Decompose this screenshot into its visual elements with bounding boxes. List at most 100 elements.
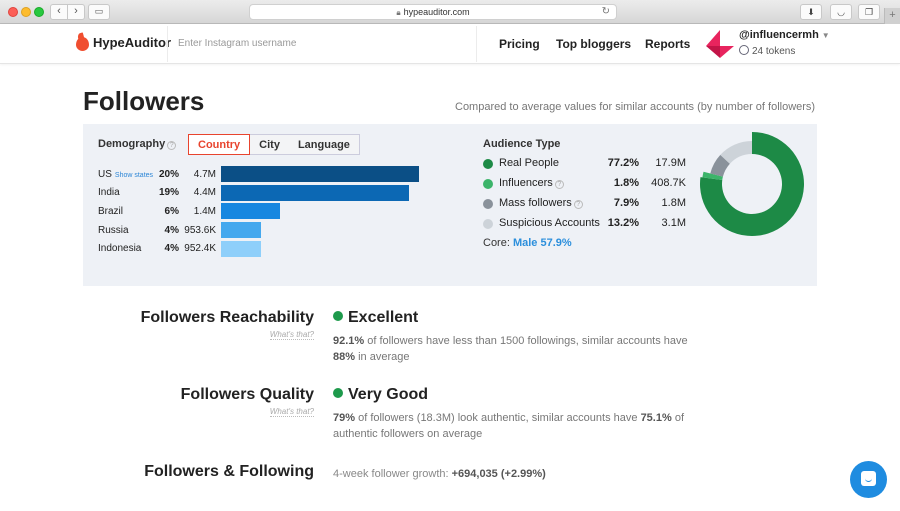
help-icon[interactable]: ?	[573, 200, 583, 209]
legend-dot-icon	[483, 159, 493, 169]
close-window-button[interactable]	[8, 7, 18, 17]
sidebar-toggle-button[interactable]: ▭	[88, 4, 110, 20]
core-audience: Core: Male 57.9%	[483, 237, 572, 249]
audience-label: Influencers?	[499, 177, 564, 189]
country-percent: 4%	[164, 243, 179, 255]
demography-title: Demography	[98, 138, 166, 150]
chevron-down-icon: ▼	[821, 31, 830, 40]
chat-icon	[861, 471, 876, 486]
country-row: India 19% 4.4M	[98, 184, 438, 201]
country-bar	[221, 222, 261, 239]
growth-value: +694,035 (+2.99%)	[451, 468, 546, 480]
zoom-window-button[interactable]	[34, 7, 44, 17]
audience-type-name: Real People	[499, 157, 559, 169]
country-label: Russia	[98, 224, 129, 236]
reachability-title: Followers Reachability	[140, 309, 314, 326]
country-percent: 19%	[159, 187, 180, 199]
pocket-icon[interactable]: ◡	[830, 4, 852, 20]
country-name: Russia	[98, 225, 160, 236]
country-label: Indonesia	[98, 243, 142, 255]
tab-country[interactable]: Country	[188, 134, 251, 155]
quality-avg: 75.1%	[640, 412, 672, 424]
demography-tabs: Country City Language	[188, 134, 360, 155]
brand-name: HypeAuditor	[93, 34, 171, 50]
tab-city[interactable]: City	[250, 135, 289, 154]
audience-percent: 13.2%	[607, 217, 639, 229]
brand-logo[interactable]: HypeAuditor	[75, 33, 171, 51]
help-icon[interactable]: ?	[554, 180, 564, 189]
tokens-label: 24 tokens	[752, 46, 796, 57]
quality-desc-text: of followers (18.3M) look authentic, sim…	[355, 412, 641, 424]
country-row: Indonesia 4% 952.4K	[98, 240, 438, 257]
audience-value: 1.8M	[661, 197, 686, 209]
audience-type-name: Mass followers	[499, 197, 572, 209]
audience-label: Mass followers?	[499, 197, 583, 209]
reachability-description: 92.1% of followers have less than 1500 f…	[333, 333, 703, 365]
country-row: Russia 4% 953.6K	[98, 222, 438, 239]
audience-row: Influencers? 1.8% 408.7K	[483, 177, 693, 191]
audience-type-name: Suspicious Accounts	[499, 217, 600, 229]
country-bar	[221, 240, 261, 257]
reachability-whats-that-link[interactable]: What's that?	[269, 330, 314, 340]
country-value: 4.4M	[193, 187, 216, 199]
audience-row: Real People 77.2% 17.9M	[483, 157, 693, 171]
country-label: US	[98, 168, 112, 180]
quality-whats-that-link[interactable]: What's that?	[269, 407, 314, 417]
quality-status: Very Good	[333, 386, 428, 404]
username: @influencermh	[739, 29, 819, 41]
address-bar[interactable]: 🔒︎ hypeauditor.com ↻	[249, 4, 617, 20]
country-name: Brazil	[98, 206, 160, 217]
quality-status-text: Very Good	[348, 386, 429, 403]
chat-button[interactable]	[850, 461, 887, 498]
audience-donut-chart	[700, 132, 804, 236]
lock-icon: 🔒︎	[396, 8, 401, 17]
country-label: India	[98, 187, 120, 199]
quality-title: Followers Quality	[180, 386, 314, 403]
country-name: India	[98, 187, 160, 198]
nav-top-bloggers[interactable]: Top bloggers	[556, 37, 631, 51]
audience-percent: 1.8%	[613, 177, 639, 189]
search-input[interactable]: Enter Instagram username	[167, 26, 477, 62]
country-label: Brazil	[98, 205, 124, 217]
back-button[interactable]: ‹	[50, 4, 68, 20]
compare-note: Compared to average values for similar a…	[455, 101, 816, 113]
country-value: 4.7M	[193, 168, 216, 180]
reachability-status-text: Excellent	[348, 309, 419, 326]
quality-description: 79% of followers (18.3M) look authentic,…	[333, 410, 703, 442]
user-menu[interactable]: @influencermh ▼	[739, 29, 830, 41]
tabs-icon[interactable]: ❐	[858, 4, 880, 20]
page-title: Followers	[83, 86, 205, 116]
growth-label: 4-week follower growth:	[333, 468, 452, 480]
reachability-status: Excellent	[333, 309, 418, 327]
nav-reports[interactable]: Reports	[645, 37, 690, 51]
demography-label: Demography?	[98, 138, 177, 150]
reachability-desc-end: in average	[355, 351, 410, 363]
audience-type-name: Influencers	[499, 177, 553, 189]
minimize-window-button[interactable]	[21, 7, 31, 17]
country-bar	[221, 166, 419, 182]
reachability-desc-text: of followers have less than 1500 followi…	[364, 335, 688, 347]
download-icon[interactable]: ⬇	[800, 4, 822, 20]
core-label: Core:	[483, 237, 510, 249]
forward-button[interactable]: ›	[67, 4, 85, 20]
country-bar	[221, 203, 280, 220]
reachability-value: 92.1%	[333, 335, 365, 347]
tab-language[interactable]: Language	[289, 135, 359, 154]
country-percent: 6%	[164, 205, 179, 217]
show-states-link[interactable]: Show states	[115, 172, 153, 179]
help-icon[interactable]: ?	[167, 141, 177, 150]
country-row: US Show states 20% 4.7M	[98, 166, 438, 182]
new-tab-icon[interactable]: +	[884, 8, 900, 24]
nav-pricing[interactable]: Pricing	[499, 37, 540, 51]
token-icon	[739, 45, 749, 55]
follower-growth: 4-week follower growth: +694,035 (+2.99%…	[333, 468, 546, 480]
audience-row: Suspicious Accounts 13.2% 3.1M	[483, 217, 693, 231]
reload-icon[interactable]: ↻	[602, 5, 610, 19]
status-dot-icon	[333, 388, 343, 398]
country-row: Brazil 6% 1.4M	[98, 203, 438, 220]
country-value: 1.4M	[193, 205, 216, 217]
account-logo-icon[interactable]	[706, 30, 734, 58]
audience-value: 3.1M	[661, 217, 686, 229]
audience-value: 408.7K	[651, 177, 686, 189]
audience-percent: 7.9%	[613, 197, 639, 209]
